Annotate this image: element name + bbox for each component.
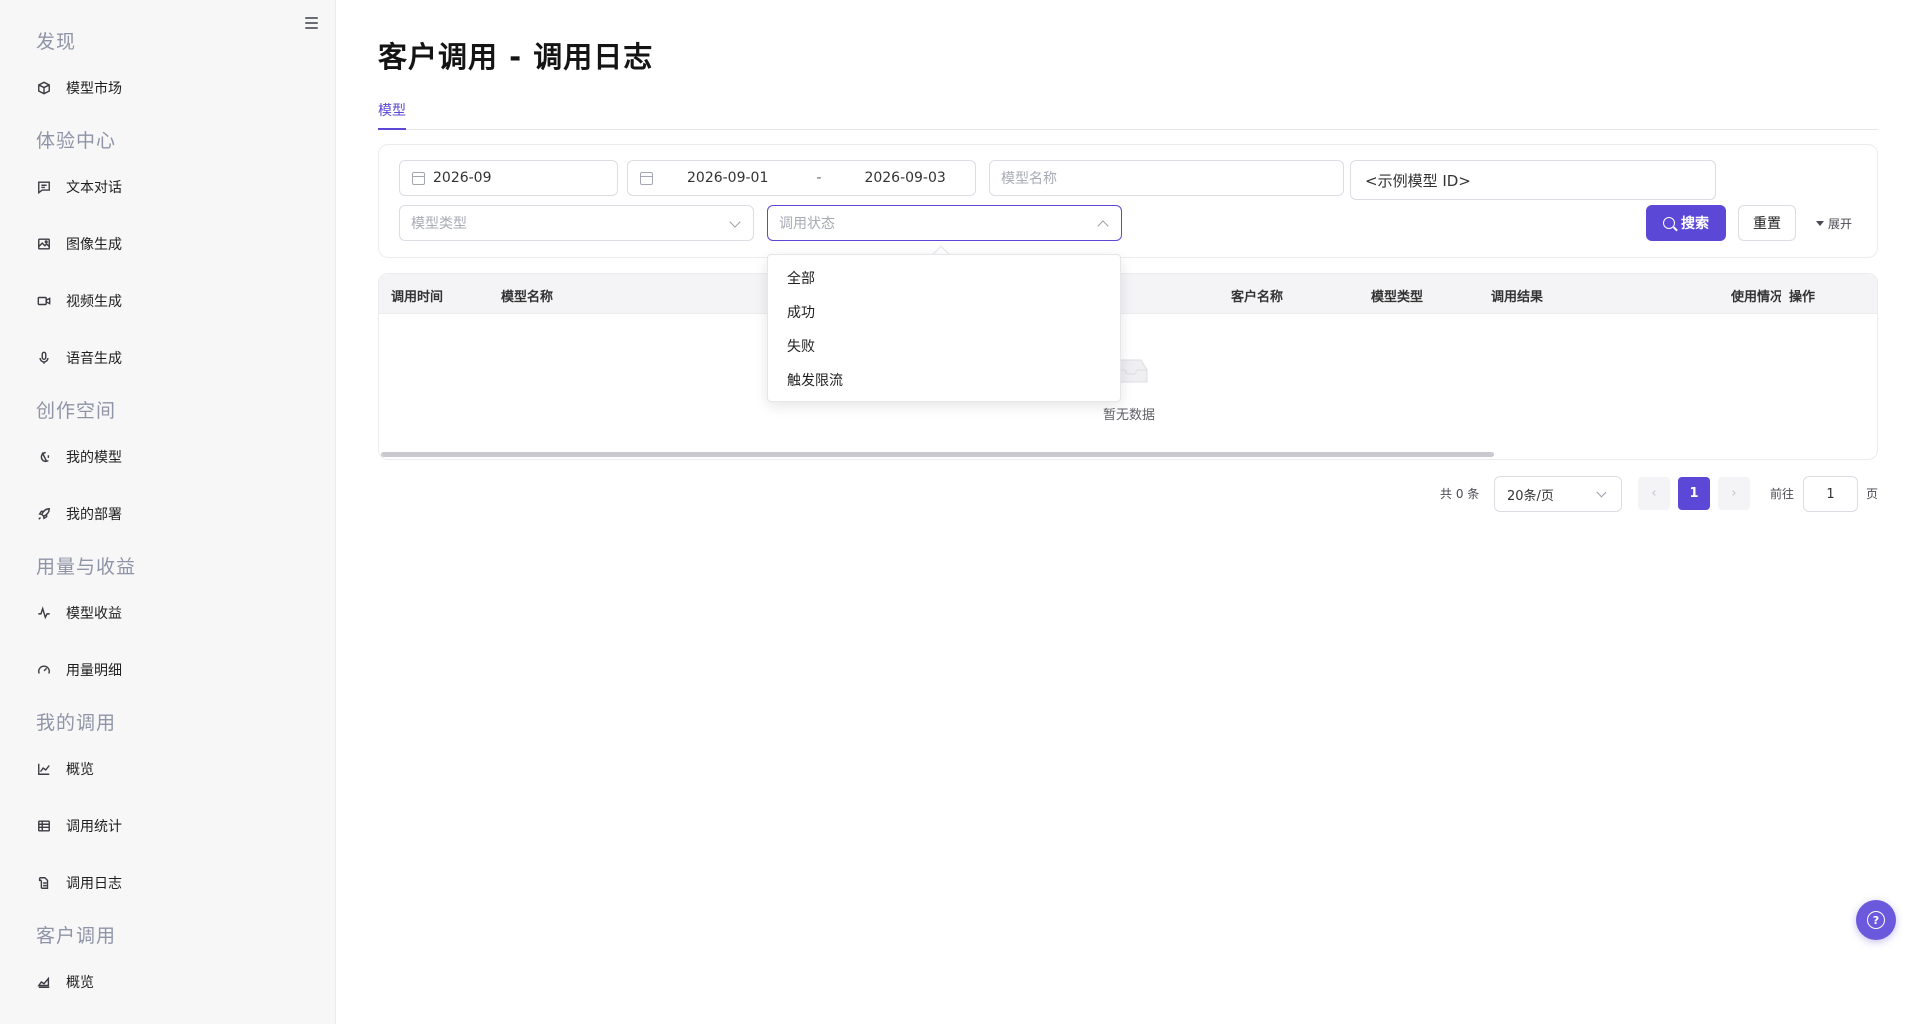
call-log-table: 调用时间 模型名称 客户名称 模型类型 调用结果 使用情况 操作 暂无数据 <box>378 273 1878 460</box>
sidebar-group-experience: 体验中心 <box>36 130 117 152</box>
sidebar-item-usage-detail[interactable]: 用量明细 <box>24 650 312 690</box>
page-number-button[interactable]: 1 <box>1678 477 1710 510</box>
month-picker[interactable]: 2026-09 <box>399 160 618 196</box>
log-icon <box>36 875 52 891</box>
dropdown-option-all[interactable]: 全部 <box>768 262 1120 296</box>
sidebar-group-customer-calls: 客户调用 <box>36 925 117 947</box>
model-id-input[interactable]: <示例模型 ID> <box>1350 160 1716 200</box>
column-header-model-name: 模型名称 <box>501 290 554 305</box>
sidebar-item-voice-gen[interactable]: 语音生成 <box>24 338 312 378</box>
dropdown-option-rate-limited[interactable]: 触发限流 <box>768 364 1120 398</box>
column-header-usage: 使用情况 <box>1731 290 1781 305</box>
goto-label: 前往 <box>1770 487 1795 501</box>
sidebar-group-discover: 发现 <box>36 31 77 53</box>
date-end[interactable]: 2026-09-03 <box>864 170 945 186</box>
sidebar-item-customer-overview[interactable]: 概览 <box>24 962 312 1002</box>
goto-page-input[interactable]: 1 <box>1803 476 1858 512</box>
prev-page-button[interactable]: ‹ <box>1638 477 1670 510</box>
chat-icon <box>36 179 52 195</box>
sidebar-group-creation: 创作空间 <box>36 400 117 422</box>
table-icon <box>36 818 52 834</box>
sidebar-item-my-deploy[interactable]: 我的部署 <box>24 494 312 534</box>
sidebar-item-video-gen[interactable]: 视频生成 <box>24 281 312 321</box>
calendar-icon <box>640 171 653 185</box>
sidebar-item-text-chat[interactable]: 文本对话 <box>24 167 312 207</box>
horizontal-scrollbar[interactable] <box>381 452 1494 457</box>
sidebar-item-call-stats[interactable]: 调用统计 <box>24 806 312 846</box>
column-header-actions: 操作 <box>1789 290 1816 305</box>
dropdown-option-failed[interactable]: 失败 <box>768 330 1120 364</box>
calendar-icon <box>412 171 425 185</box>
image-icon <box>36 236 52 252</box>
pagination-total: 共 0 条 <box>1440 487 1480 501</box>
page-title: 客户调用 - 调用日志 <box>378 40 654 74</box>
call-status-select[interactable]: 调用状态 <box>767 205 1122 241</box>
area-chart-icon <box>36 974 52 990</box>
model-icon <box>36 449 52 465</box>
menu-collapse-icon[interactable] <box>302 14 322 32</box>
column-header-call-time: 调用时间 <box>391 290 444 305</box>
cube-icon <box>36 80 52 96</box>
search-button[interactable]: 搜索 <box>1646 205 1726 241</box>
video-icon <box>36 293 52 309</box>
dropdown-option-success[interactable]: 成功 <box>768 296 1120 330</box>
date-separator: - <box>816 170 822 186</box>
sidebar-item-model-revenue[interactable]: 模型收益 <box>24 593 312 633</box>
tab-model[interactable]: 模型 <box>378 100 406 130</box>
question-icon: ? <box>1867 911 1885 929</box>
date-start[interactable]: 2026-09-01 <box>687 170 768 186</box>
rocket-icon <box>36 506 52 522</box>
caret-down-icon <box>1816 220 1824 226</box>
tab-bar: 模型 <box>378 96 1878 130</box>
model-name-input[interactable]: 模型名称 <box>989 160 1344 196</box>
chevron-down-icon <box>1596 487 1607 498</box>
column-header-call-result: 调用结果 <box>1491 290 1544 305</box>
call-status-dropdown: 全部 成功 失败 触发限流 <box>767 254 1121 402</box>
chevron-up-icon <box>1097 220 1109 232</box>
sidebar-item-model-market[interactable]: 模型市场 <box>24 68 312 108</box>
table-header: 调用时间 模型名称 客户名称 模型类型 调用结果 使用情况 操作 <box>379 274 1877 314</box>
sidebar-group-usage: 用量与收益 <box>36 556 137 578</box>
line-chart-icon <box>36 761 52 777</box>
page-size-select[interactable]: 20条/页 <box>1494 476 1622 512</box>
next-page-button[interactable]: › <box>1718 477 1750 510</box>
sidebar: 发现 模型市场 体验中心 文本对话 图像生成 视频生成 语音生成 创作空间 我的… <box>0 0 336 1024</box>
column-header-model-type: 模型类型 <box>1371 290 1424 305</box>
sidebar-group-my-calls: 我的调用 <box>36 712 117 734</box>
expand-button[interactable]: 展开 <box>1816 213 1852 233</box>
sidebar-item-image-gen[interactable]: 图像生成 <box>24 224 312 264</box>
model-type-select[interactable]: 模型类型 <box>399 205 754 241</box>
date-range-picker[interactable]: 2026-09-01 - 2026-09-03 <box>627 160 976 196</box>
microphone-icon <box>36 350 52 366</box>
help-button[interactable]: ? <box>1856 900 1896 940</box>
gauge-icon <box>36 662 52 678</box>
page-suffix: 页 <box>1866 487 1879 501</box>
sidebar-item-my-models[interactable]: 我的模型 <box>24 437 312 477</box>
pulse-icon <box>36 605 52 621</box>
reset-button[interactable]: 重置 <box>1738 205 1796 241</box>
chevron-down-icon <box>729 216 741 228</box>
sidebar-item-call-log[interactable]: 调用日志 <box>24 863 312 903</box>
column-header-customer-name: 客户名称 <box>1231 290 1284 305</box>
search-icon <box>1663 217 1675 229</box>
empty-state-text: 暂无数据 <box>1102 408 1155 423</box>
sidebar-item-overview[interactable]: 概览 <box>24 749 312 789</box>
